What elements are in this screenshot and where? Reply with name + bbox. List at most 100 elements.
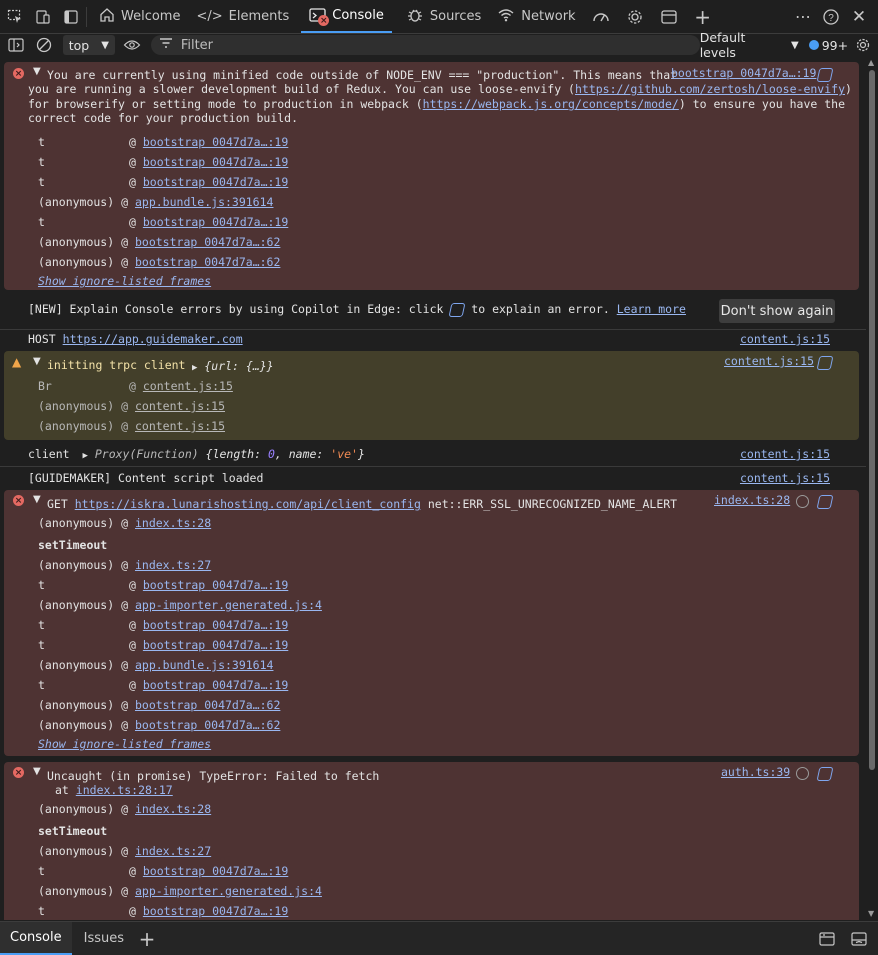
- frame-source-link[interactable]: bootstrap 0047d7a…:19: [143, 864, 288, 878]
- frame-source-link[interactable]: bootstrap 0047d7a…:19: [143, 135, 288, 149]
- more-options-icon[interactable]: ⋯: [792, 6, 814, 28]
- source-link-text[interactable]: content.js:15: [740, 447, 830, 461]
- frame-source-link[interactable]: app-importer.generated.js:4: [135, 884, 322, 898]
- clear-console-icon[interactable]: [33, 34, 55, 56]
- frame-source-link[interactable]: content.js:15: [143, 379, 233, 393]
- network-request-icon[interactable]: [796, 767, 809, 780]
- add-drawer-tab-icon[interactable]: +: [136, 927, 158, 951]
- source-link-text[interactable]: content.js:15: [740, 332, 830, 346]
- warning-object[interactable]: ▶ {url: {…}}: [192, 359, 274, 373]
- expand-triangle-icon[interactable]: ▼: [33, 356, 41, 367]
- frame-at: @: [121, 255, 129, 269]
- message-source-link[interactable]: content.js:15: [724, 354, 814, 368]
- frame-source-link[interactable]: bootstrap 0047d7a…:62: [135, 235, 280, 249]
- drawer-tab-console[interactable]: Console: [0, 922, 72, 955]
- dont-show-again-button[interactable]: Don't show again: [719, 299, 835, 323]
- tab-elements[interactable]: </> Elements: [188, 0, 297, 33]
- frame-source-link[interactable]: app.bundle.js:391614: [135, 195, 273, 209]
- tab-console[interactable]: × Console: [301, 0, 392, 33]
- performance-icon[interactable]: [590, 6, 612, 28]
- error-location-link[interactable]: index.ts:28:17: [76, 783, 173, 797]
- tab-sources[interactable]: Sources: [398, 0, 489, 33]
- message-source-link[interactable]: index.ts:28: [714, 493, 790, 507]
- message-source-link[interactable]: content.js:15: [740, 332, 830, 346]
- show-ignore-listed-frames-link[interactable]: Show ignore-listed frames: [38, 737, 211, 751]
- settings-gear-icon[interactable]: [624, 6, 646, 28]
- expand-triangle-icon[interactable]: ▼: [33, 66, 41, 77]
- frame-source-link[interactable]: content.js:15: [135, 419, 225, 433]
- frame-source-link[interactable]: index.ts:27: [135, 558, 211, 572]
- frame-function: (anonymous): [38, 658, 115, 672]
- device-emulation-icon[interactable]: [32, 6, 54, 28]
- source-link-text[interactable]: auth.ts:39: [721, 765, 790, 779]
- frame-source-link[interactable]: bootstrap 0047d7a…:19: [143, 618, 288, 632]
- copilot-explain-icon[interactable]: [816, 495, 834, 509]
- filter-input[interactable]: Filter: [150, 35, 700, 55]
- frame-function: t: [38, 678, 45, 692]
- context-selector[interactable]: top ▼: [62, 35, 115, 55]
- message-source-link[interactable]: auth.ts:39: [721, 765, 790, 779]
- expand-triangle-icon[interactable]: ▼: [33, 494, 41, 505]
- issues-counter[interactable]: 99+: [808, 38, 848, 53]
- console-scrollbar[interactable]: ▲ ▼: [866, 58, 878, 920]
- frame-source-link[interactable]: app.bundle.js:391614: [135, 658, 273, 672]
- toggle-sidebar-icon[interactable]: [60, 6, 82, 28]
- copilot-explain-icon[interactable]: [816, 767, 834, 781]
- source-link-text[interactable]: index.ts:28: [714, 493, 790, 507]
- webpack-mode-link[interactable]: https://webpack.js.org/concepts/mode/: [423, 97, 679, 111]
- scrollbar-thumb[interactable]: [869, 70, 875, 770]
- message-source-link[interactable]: content.js:15: [740, 447, 830, 461]
- frame-source-link[interactable]: app-importer.generated.js:4: [135, 598, 322, 612]
- frame-at: @: [129, 638, 136, 652]
- request-url-link[interactable]: https://iskra.lunarishosting.com/api/cli…: [75, 497, 421, 511]
- network-request-icon[interactable]: [796, 495, 809, 508]
- close-devtools-icon[interactable]: ✕: [848, 6, 870, 28]
- tab-network[interactable]: Network: [489, 0, 583, 33]
- frame-source-link[interactable]: bootstrap 0047d7a…:19: [143, 904, 288, 918]
- message-source-link[interactable]: content.js:15: [740, 471, 830, 485]
- frame-source-link[interactable]: index.ts:28: [135, 516, 211, 530]
- copilot-explain-icon: [448, 302, 466, 317]
- console-sidebar-icon[interactable]: [5, 34, 27, 56]
- drawer-tab-issues[interactable]: Issues: [74, 922, 134, 955]
- log-levels-dropdown[interactable]: Default levels ▼: [700, 30, 799, 60]
- stack-frame: (anonymous) @ bootstrap 0047d7a…:62: [38, 718, 280, 732]
- error-location-label: at: [55, 783, 69, 797]
- frame-source-link[interactable]: index.ts:27: [135, 844, 211, 858]
- frame-source-link[interactable]: bootstrap 0047d7a…:62: [135, 718, 280, 732]
- scroll-up-arrow-icon[interactable]: ▲: [868, 58, 874, 67]
- expand-triangle-icon[interactable]: ▼: [33, 766, 41, 777]
- close-drawer-icon[interactable]: [848, 928, 870, 950]
- host-label: HOST: [28, 332, 56, 346]
- host-url-link[interactable]: https://app.guidemaker.com: [63, 332, 243, 346]
- scroll-down-arrow-icon[interactable]: ▼: [868, 909, 874, 918]
- frame-source-link[interactable]: bootstrap 0047d7a…:62: [135, 698, 280, 712]
- frame-source-link[interactable]: bootstrap 0047d7a…:19: [143, 155, 288, 169]
- copilot-explain-icon[interactable]: [816, 68, 834, 82]
- help-icon[interactable]: ?: [820, 6, 842, 28]
- frame-source-link[interactable]: bootstrap 0047d7a…:19: [143, 215, 288, 229]
- inspect-element-icon[interactable]: [4, 6, 26, 28]
- message-source-link[interactable]: bootstrap 0047d7a…:19: [671, 66, 816, 80]
- copilot-explain-icon[interactable]: [816, 356, 834, 370]
- frame-source-link[interactable]: content.js:15: [135, 399, 225, 413]
- source-link-text[interactable]: bootstrap 0047d7a…:19: [671, 66, 816, 80]
- application-panel-icon[interactable]: [658, 6, 680, 28]
- console-settings-gear-icon[interactable]: [852, 34, 874, 56]
- frame-source-link[interactable]: bootstrap 0047d7a…:62: [135, 255, 280, 269]
- add-tab-icon[interactable]: +: [692, 5, 714, 29]
- frame-source-link[interactable]: index.ts:28: [135, 802, 211, 816]
- collapse-triangle-icon[interactable]: ▶: [82, 451, 87, 461]
- source-link-text[interactable]: content.js:15: [740, 471, 830, 485]
- loose-envify-link[interactable]: https://github.com/zertosh/loose-envify: [575, 82, 845, 96]
- frame-source-link[interactable]: bootstrap 0047d7a…:19: [143, 638, 288, 652]
- show-ignore-listed-frames-link[interactable]: Show ignore-listed frames: [38, 274, 211, 288]
- dock-drawer-icon[interactable]: [816, 928, 838, 950]
- tab-welcome[interactable]: Welcome: [91, 0, 188, 33]
- live-expression-eye-icon[interactable]: [121, 34, 143, 56]
- source-link-text[interactable]: content.js:15: [724, 354, 814, 368]
- frame-source-link[interactable]: bootstrap 0047d7a…:19: [143, 175, 288, 189]
- learn-more-link[interactable]: Learn more: [617, 302, 686, 316]
- frame-source-link[interactable]: bootstrap 0047d7a…:19: [143, 678, 288, 692]
- frame-source-link[interactable]: bootstrap 0047d7a…:19: [143, 578, 288, 592]
